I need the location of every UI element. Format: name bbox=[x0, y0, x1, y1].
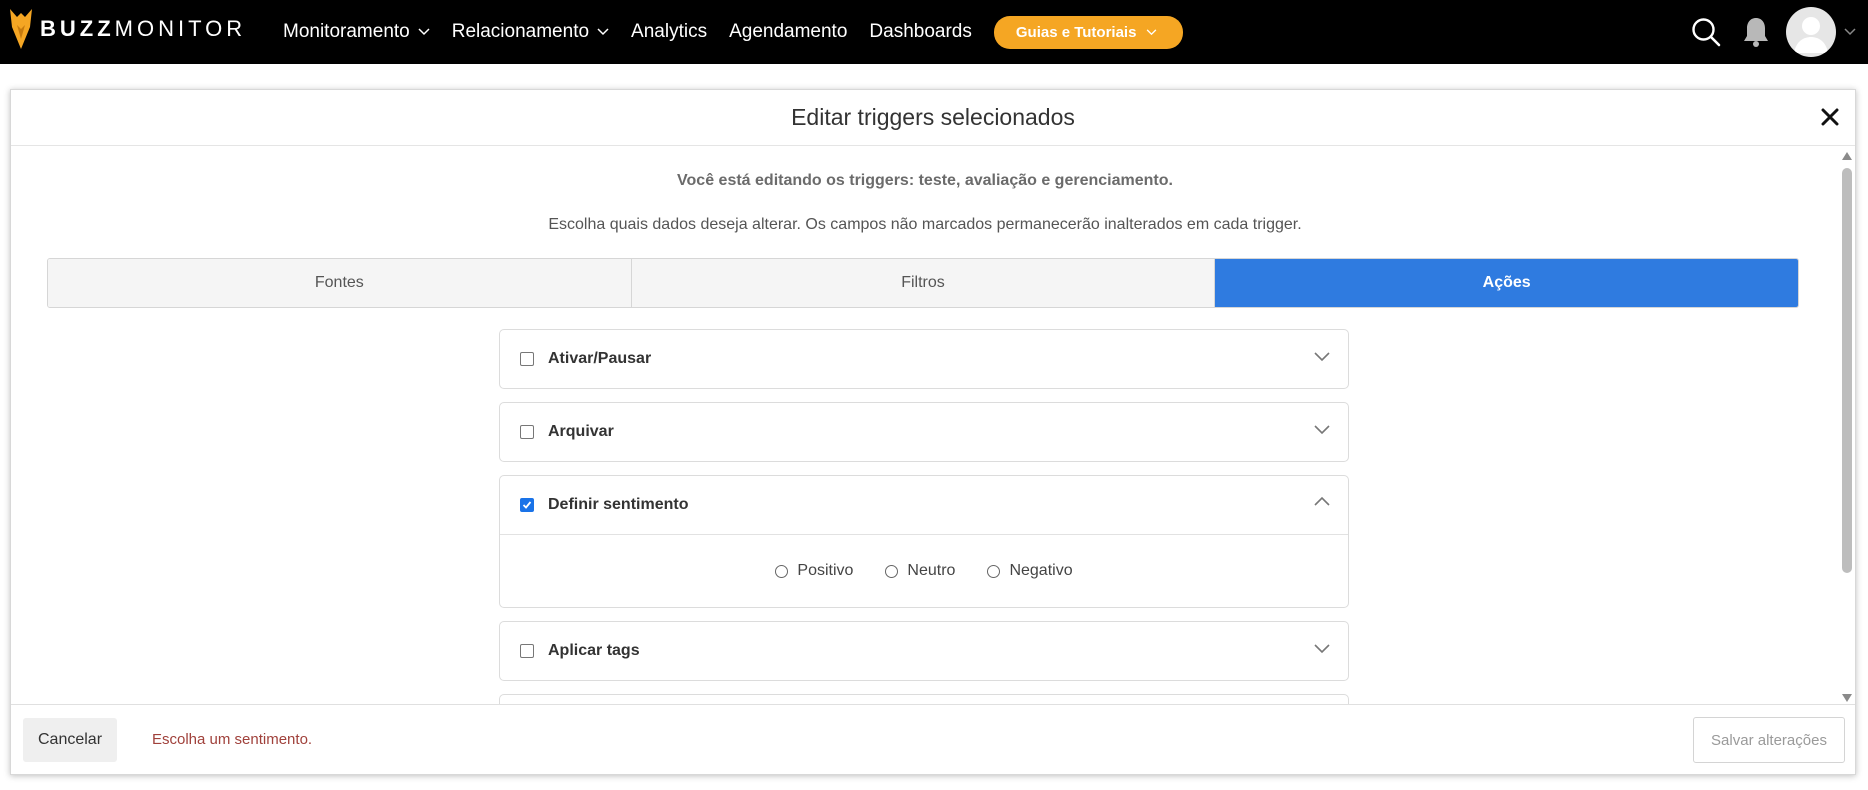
radio-circle bbox=[885, 564, 899, 578]
scroll-thumb[interactable] bbox=[1842, 168, 1852, 573]
tab-filtros[interactable]: Filtros bbox=[630, 259, 1215, 307]
nav-relacionamento[interactable]: Relacionamento bbox=[452, 21, 609, 43]
sentiment-options: Positivo Neutro Negativo bbox=[500, 534, 1348, 607]
main-nav: Monitoramento Relacionamento Analytics A… bbox=[283, 0, 1184, 64]
guides-label: Guias e Tutoriais bbox=[1015, 23, 1137, 41]
modal-title: Editar triggers selecionados bbox=[791, 104, 1075, 130]
instructions-text: Escolha quais dados deseja alterar. Os c… bbox=[548, 216, 1302, 233]
check-icon bbox=[522, 501, 532, 509]
notifications-button[interactable] bbox=[1736, 12, 1776, 52]
radio-positivo[interactable]: Positivo bbox=[775, 562, 853, 580]
checkbox[interactable] bbox=[520, 644, 534, 658]
tab-bar: Fontes Filtros Ações bbox=[47, 258, 1799, 308]
guides-tutorials-button[interactable]: Guias e Tutoriais bbox=[993, 15, 1184, 49]
fox-logo-icon bbox=[10, 9, 32, 49]
tab-fontes[interactable]: Fontes bbox=[48, 259, 631, 307]
section-partial bbox=[499, 694, 1349, 704]
modal-header: Editar triggers selecionados bbox=[11, 90, 1855, 146]
scroll-up-arrow-icon[interactable] bbox=[1842, 152, 1852, 160]
scroll-down-arrow-icon[interactable] bbox=[1842, 694, 1852, 702]
modal-footer: Cancelar Escolha um sentimento. Salvar a… bbox=[11, 704, 1855, 774]
chevron-down-icon bbox=[418, 28, 430, 36]
section-header[interactable]: Arquivar bbox=[500, 403, 1348, 461]
nav-label: Monitoramento bbox=[283, 21, 410, 42]
nav-monitoramento[interactable]: Monitoramento bbox=[283, 21, 430, 43]
editing-triggers-text: Você está editando os triggers: teste, a… bbox=[677, 172, 1173, 189]
section-header[interactable]: Ativar/Pausar bbox=[500, 330, 1348, 388]
radio-negativo[interactable]: Negativo bbox=[987, 562, 1073, 580]
section-title: Ativar/Pausar bbox=[548, 350, 652, 367]
modal-body: Você está editando os triggers: teste, a… bbox=[11, 146, 1839, 704]
section-header[interactable]: Aplicar tags bbox=[500, 622, 1348, 680]
avatar[interactable] bbox=[1786, 7, 1836, 57]
section-header[interactable]: Definir sentimento bbox=[500, 476, 1348, 534]
section-title: Arquivar bbox=[548, 423, 614, 440]
checkbox-checked[interactable] bbox=[520, 498, 534, 512]
modal-scrollbar[interactable] bbox=[1839, 150, 1855, 702]
nav-analytics[interactable]: Analytics bbox=[631, 21, 707, 43]
close-button[interactable] bbox=[1817, 104, 1843, 130]
checkbox[interactable] bbox=[520, 425, 534, 439]
edit-triggers-modal: Editar triggers selecionados Você está e… bbox=[10, 89, 1856, 775]
nav-label: Agendamento bbox=[729, 21, 848, 42]
top-navbar: BUZZMONITOR Monitoramento Relacionamento… bbox=[0, 0, 1868, 64]
search-button[interactable] bbox=[1686, 12, 1726, 52]
logo-wordmark: BUZZMONITOR bbox=[40, 16, 246, 42]
logo-bold: BUZZ bbox=[40, 16, 115, 41]
section-title: Definir sentimento bbox=[548, 496, 689, 513]
chevron-down-icon[interactable] bbox=[1314, 644, 1330, 654]
buzzmonitor-logo[interactable]: BUZZMONITOR bbox=[8, 6, 246, 52]
section-aplicar-tags: Aplicar tags bbox=[499, 621, 1349, 681]
nav-label: Dashboards bbox=[869, 21, 972, 42]
radio-label: Positivo bbox=[797, 562, 854, 579]
bell-icon bbox=[1744, 18, 1768, 47]
radio-label: Neutro bbox=[907, 562, 956, 579]
logo-light: MONITOR bbox=[114, 16, 247, 41]
chevron-up-icon[interactable] bbox=[1314, 496, 1330, 506]
chevron-down-icon[interactable] bbox=[1314, 425, 1330, 435]
checkbox[interactable] bbox=[520, 352, 534, 366]
avatar-icon bbox=[1794, 17, 1828, 53]
section-ativar-pausar: Ativar/Pausar bbox=[499, 329, 1349, 389]
nav-label: Analytics bbox=[631, 21, 708, 42]
chevron-down-icon[interactable] bbox=[1314, 352, 1330, 362]
tab-acoes[interactable]: Ações bbox=[1214, 259, 1798, 307]
radio-label: Negativo bbox=[1009, 562, 1073, 579]
nav-agendamento[interactable]: Agendamento bbox=[729, 21, 847, 43]
close-icon bbox=[1821, 108, 1839, 126]
nav-dashboards[interactable]: Dashboards bbox=[869, 21, 971, 43]
section-title: Aplicar tags bbox=[548, 642, 640, 659]
radio-neutro[interactable]: Neutro bbox=[885, 562, 955, 580]
header-actions bbox=[1686, 0, 1868, 64]
radio-circle bbox=[775, 564, 789, 578]
radio-circle bbox=[987, 564, 1001, 578]
chevron-down-icon bbox=[1147, 28, 1157, 35]
cancel-button[interactable]: Cancelar bbox=[23, 717, 117, 762]
validation-message: Escolha um sentimento. bbox=[152, 731, 313, 748]
section-definir-sentimento: Definir sentimento Positivo Neutro Negat… bbox=[499, 475, 1349, 608]
chevron-down-icon[interactable] bbox=[1844, 28, 1856, 36]
chevron-down-icon bbox=[597, 28, 609, 36]
section-arquivar: Arquivar bbox=[499, 402, 1349, 462]
search-icon bbox=[1692, 18, 1721, 47]
nav-label: Relacionamento bbox=[451, 21, 590, 42]
save-changes-button[interactable]: Salvar alterações bbox=[1693, 717, 1845, 763]
